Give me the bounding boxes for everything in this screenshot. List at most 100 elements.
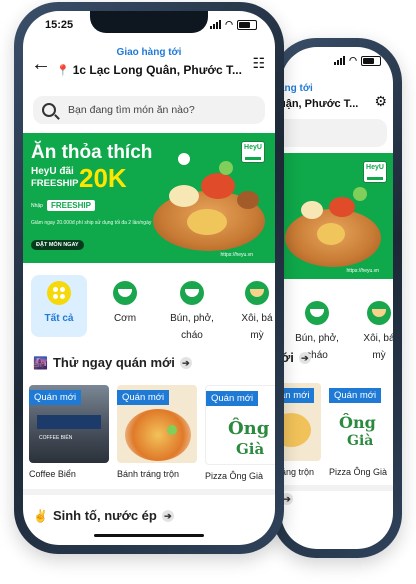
section-drinks-title: Sinh tố, nước ép — [52, 508, 157, 523]
promo-banner[interactable]: Ăn thỏa thích HeyU đãi FREESHIP 20K Nhập… — [23, 133, 275, 263]
noodle-bowl-icon — [180, 281, 204, 305]
back-category-sticky-rice[interactable]: Xôi, bá mỳ — [353, 301, 393, 361]
search-icon — [42, 103, 56, 117]
shop-name: Bánh tráng trộn — [117, 469, 180, 479]
signal-icon — [334, 56, 346, 65]
shop-card-coffee[interactable]: COFFEE BIỂN Quán mới Coffee Biển — [29, 385, 109, 479]
leaf-decoration — [219, 161, 233, 175]
notch — [90, 11, 208, 33]
back-search-bar[interactable] — [281, 119, 387, 147]
back-food-item — [301, 201, 323, 219]
front-phone-screen: 15:25 ◠ ← Giao hàng tới 📍 1c Lạc Long Quâ… — [23, 11, 275, 545]
battery-icon — [237, 19, 257, 30]
arrow-right-icon[interactable]: ➔ — [298, 351, 311, 364]
sticky-rice-icon — [367, 301, 391, 325]
new-shop-badge: án mới — [281, 388, 315, 403]
category-all[interactable]: Tất cả — [31, 275, 87, 337]
food-item — [187, 209, 227, 235]
front-phone: 15:25 ◠ ← Giao hàng tới 📍 1c Lạc Long Quâ… — [14, 2, 284, 554]
pizza-logo: Ông — [339, 413, 376, 432]
shop-name: Coffee Biển — [29, 469, 76, 479]
pizza-logo: Ông — [228, 418, 270, 439]
promo-code: FREESHIP — [46, 200, 95, 211]
shop-image: COFFEE BIỂN Quán mới — [29, 385, 109, 463]
status-time: 15:25 — [45, 19, 74, 31]
back-header: àng tới uận, Phước T... ⚙ — [281, 71, 393, 111]
section-new-shops: 🌆 Thử ngay quán mới ➔ — [33, 355, 192, 370]
section-new-shops-title: Thử ngay quán mới — [52, 355, 175, 370]
back-category-label: Xôi, bá — [363, 333, 393, 344]
filter-icon[interactable]: ☷ — [252, 55, 265, 72]
new-shop-badge: Quán mới — [117, 390, 170, 405]
banner-amount: 20K — [79, 163, 127, 193]
back-section-title: ới ➔ — [281, 350, 311, 365]
back-category-label: Bún, phở, — [295, 333, 339, 344]
back-food-item — [317, 223, 345, 245]
back-shop-card-pizza[interactable]: Quán mới Ông Già Pizza Ông Già — [329, 383, 389, 477]
new-shop-badge: Quán mới — [329, 388, 382, 403]
shop-card-banh-trang[interactable]: Quán mới Bánh tráng trộn — [117, 385, 197, 479]
search-bar[interactable]: Bạn đang tìm món ăn nào? — [33, 96, 265, 124]
food-item — [237, 191, 259, 209]
banner-freeship: FREESHIP — [31, 178, 79, 189]
back-shop-card[interactable]: án mới áng trộn — [281, 383, 321, 477]
new-shop-badge: Quán mới — [29, 390, 82, 405]
back-heyu-logo: HeyU — [363, 161, 387, 183]
rice-bowl-icon — [113, 281, 137, 305]
back-status-bar: ◠ — [281, 53, 393, 69]
grid-icon — [47, 281, 71, 305]
back-shop-name: áng trộn — [281, 467, 315, 477]
back-phone-screen: ◠ àng tới uận, Phước T... ⚙ HeyU https:/… — [281, 47, 393, 549]
back-shop-image: Quán mới Ông Già — [329, 383, 389, 461]
category-sticky-rice-label: Xôi, bá — [241, 313, 273, 324]
order-now-button[interactable]: ĐẶT MÓN NGAY — [31, 240, 84, 250]
back-banner-url: https://heyu.vn — [346, 268, 379, 274]
back-category-label-2: mỳ — [372, 350, 386, 361]
section-drinks: ✌ Sinh tố, nước ép ➔ — [33, 508, 174, 523]
shop-image: Quán mới Ông Già — [205, 385, 275, 465]
shop-name: Pizza Ông Già — [205, 471, 264, 481]
category-noodles-label-2: cháo — [181, 330, 203, 341]
back-filter-icon[interactable]: ⚙ — [374, 93, 387, 110]
shop-card-pizza[interactable]: Quán mới Ông Già Pizza Ông Già — [205, 385, 275, 481]
victory-hand-icon: ✌ — [33, 508, 48, 523]
category-sticky-rice-label-2: mỳ — [250, 330, 264, 341]
category-noodles-label: Bún, phở, — [170, 313, 214, 324]
sticky-rice-icon — [245, 281, 269, 305]
back-shop-image: án mới — [281, 383, 321, 461]
noodle-bowl-icon — [305, 301, 329, 325]
heyu-logo: HeyU — [241, 141, 265, 163]
back-food-item — [329, 197, 355, 217]
banner-subline: HeyU đãi — [31, 166, 74, 177]
wifi-icon: ◠ — [225, 19, 233, 29]
category-noodles[interactable]: Bún, phở, cháo — [163, 281, 221, 341]
shop-image: Quán mới — [117, 385, 197, 463]
location-pin-icon: 📍 — [56, 65, 70, 77]
wifi-icon: ◠ — [349, 55, 357, 65]
category-rice[interactable]: Cơm — [97, 281, 153, 324]
banner-code-box: Nhập FREESHIP — [31, 200, 95, 211]
section-divider — [23, 489, 275, 495]
back-leaf — [353, 187, 367, 201]
back-divider — [281, 485, 393, 491]
header: ← Giao hàng tới 📍 1c Lạc Long Quân, Phước… — [23, 47, 275, 87]
search-placeholder: Bạn đang tìm món ăn nào? — [68, 104, 195, 116]
home-indicator — [94, 534, 204, 537]
pizza-logo-2: Già — [236, 440, 265, 458]
category-sticky-rice[interactable]: Xôi, bá mỳ — [229, 281, 275, 341]
food-item — [201, 173, 235, 199]
back-phone: ◠ àng tới uận, Phước T... ⚙ HeyU https:/… — [272, 38, 402, 558]
new-shop-badge: Quán mới — [206, 391, 259, 406]
address-selector[interactable]: 📍 1c Lạc Long Quân, Phước T... — [23, 63, 275, 77]
status-icons: ◠ — [210, 19, 257, 30]
city-icon: 🌆 — [33, 355, 48, 370]
signal-icon — [210, 20, 222, 29]
banner-fine-print: Giảm ngay 20.000đ phí ship sử dụng tối đ… — [31, 220, 152, 226]
banner-url: https://heyu.vn — [220, 252, 253, 258]
arrow-right-icon[interactable]: ➔ — [161, 509, 174, 522]
food-item — [169, 185, 199, 207]
arrow-right-icon[interactable]: ➔ — [179, 356, 192, 369]
back-promo-banner[interactable]: HeyU https://heyu.vn — [281, 153, 393, 279]
category-rice-label: Cơm — [113, 313, 137, 324]
back-shop-name: Pizza Ông Già — [329, 467, 388, 477]
